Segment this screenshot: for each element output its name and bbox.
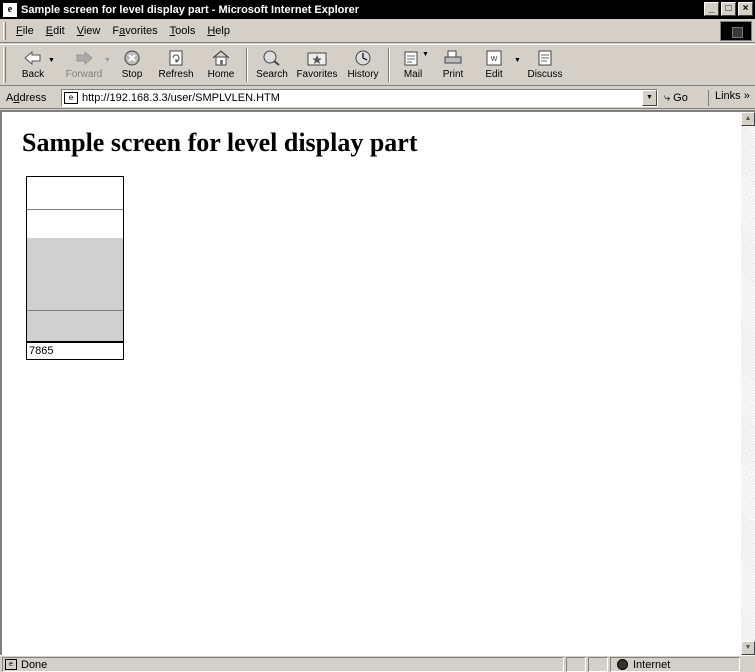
minimize-button[interactable]: _ bbox=[704, 2, 719, 16]
favorites-button[interactable]: Favorites bbox=[292, 45, 342, 85]
edit-button[interactable]: W Edit ▼ bbox=[474, 45, 521, 85]
address-dropdown-icon[interactable]: ▼ bbox=[642, 90, 657, 106]
menu-edit[interactable]: Edit bbox=[40, 25, 71, 37]
menu-grip[interactable] bbox=[3, 21, 6, 40]
forward-dropdown-icon[interactable]: ▼ bbox=[104, 57, 111, 64]
mail-dropdown-icon[interactable]: ▼ bbox=[422, 51, 429, 58]
maximize-button[interactable]: □ bbox=[721, 2, 736, 16]
page-content: Sample screen for level display part 786… bbox=[0, 110, 741, 655]
page-done-icon: e bbox=[5, 659, 17, 670]
title-bar: e Sample screen for level display part -… bbox=[0, 0, 755, 19]
browser-window: e Sample screen for level display part -… bbox=[0, 0, 755, 672]
security-zone-pane[interactable]: Internet bbox=[610, 657, 740, 672]
zone-label: Internet bbox=[633, 658, 671, 671]
stop-icon bbox=[123, 47, 141, 69]
refresh-button[interactable]: Refresh bbox=[152, 45, 200, 85]
status-pane bbox=[588, 657, 608, 672]
search-globe-icon bbox=[262, 47, 282, 69]
scroll-down-icon[interactable]: ▼ bbox=[741, 641, 755, 655]
status-pane bbox=[566, 657, 586, 672]
toolbar-separator bbox=[388, 48, 390, 82]
level-track bbox=[27, 177, 123, 341]
vertical-scrollbar[interactable]: ▲ ▼ bbox=[741, 110, 755, 655]
menu-file[interactable]: File bbox=[10, 25, 40, 37]
status-text: Done bbox=[21, 658, 48, 671]
status-bar: e Done Internet bbox=[0, 655, 755, 672]
links-button[interactable]: Links » bbox=[708, 90, 750, 106]
go-arrow-icon: ⤷ bbox=[664, 91, 671, 104]
level-gridline bbox=[27, 209, 123, 210]
back-button[interactable]: Back ▼ bbox=[10, 45, 56, 85]
home-button[interactable]: Home bbox=[200, 45, 242, 85]
stop-button[interactable]: Stop bbox=[112, 45, 152, 85]
menu-tools[interactable]: Tools bbox=[164, 25, 202, 37]
mail-icon bbox=[402, 47, 424, 69]
scroll-up-icon[interactable]: ▲ bbox=[741, 112, 755, 126]
page-icon: e bbox=[64, 92, 78, 104]
window-controls: _ □ × bbox=[704, 2, 753, 16]
ie-logo-icon[interactable]: e bbox=[3, 2, 17, 17]
go-button[interactable]: ⤷ Go bbox=[664, 90, 688, 106]
discuss-icon bbox=[535, 47, 555, 69]
home-icon bbox=[211, 47, 231, 69]
standard-toolbar: Back ▼ Forward ▼ Stop Refresh Home Searc… bbox=[0, 44, 755, 86]
level-baseline bbox=[27, 341, 123, 343]
menu-help[interactable]: Help bbox=[201, 25, 236, 37]
toolbar-grip[interactable] bbox=[3, 47, 6, 83]
level-fill-bar bbox=[27, 237, 123, 341]
forward-arrow-icon bbox=[74, 47, 94, 69]
edit-word-icon: W bbox=[484, 47, 504, 69]
menu-bar: File Edit View Favorites Tools Help bbox=[0, 19, 755, 43]
search-button[interactable]: Search bbox=[252, 45, 292, 85]
level-value-label: 7865 bbox=[29, 345, 54, 357]
address-label: Address bbox=[6, 91, 47, 104]
favorites-folder-icon bbox=[306, 47, 328, 69]
level-gridline bbox=[27, 310, 123, 311]
svg-text:W: W bbox=[491, 56, 498, 63]
forward-button[interactable]: Forward ▼ bbox=[56, 45, 112, 85]
windows-logo-throbber bbox=[720, 21, 752, 41]
address-field[interactable]: e ▼ bbox=[61, 89, 658, 107]
history-clock-icon bbox=[353, 47, 373, 69]
back-dropdown-icon[interactable]: ▼ bbox=[48, 57, 55, 64]
address-input[interactable] bbox=[82, 92, 622, 104]
printer-icon bbox=[442, 47, 464, 69]
mail-button[interactable]: Mail ▼ bbox=[394, 45, 432, 85]
back-arrow-icon bbox=[23, 47, 43, 69]
edit-dropdown-icon[interactable]: ▼ bbox=[514, 57, 521, 64]
discuss-button[interactable]: Discuss bbox=[522, 45, 568, 85]
level-display-part: 7865 bbox=[26, 176, 124, 360]
history-button[interactable]: History bbox=[342, 45, 384, 85]
print-button[interactable]: Print bbox=[432, 45, 474, 85]
menu-favorites[interactable]: Favorites bbox=[106, 25, 163, 37]
window-title: Sample screen for level display part - M… bbox=[21, 3, 360, 16]
page-heading: Sample screen for level display part bbox=[22, 128, 418, 157]
refresh-icon bbox=[167, 47, 185, 69]
close-button[interactable]: × bbox=[738, 2, 753, 16]
menu-view[interactable]: View bbox=[71, 25, 107, 37]
toolbar-separator bbox=[246, 48, 248, 82]
status-main-pane: e Done bbox=[2, 657, 564, 672]
internet-globe-icon bbox=[617, 659, 628, 670]
address-bar: Address e ▼ ⤷ Go Links » bbox=[0, 87, 755, 109]
